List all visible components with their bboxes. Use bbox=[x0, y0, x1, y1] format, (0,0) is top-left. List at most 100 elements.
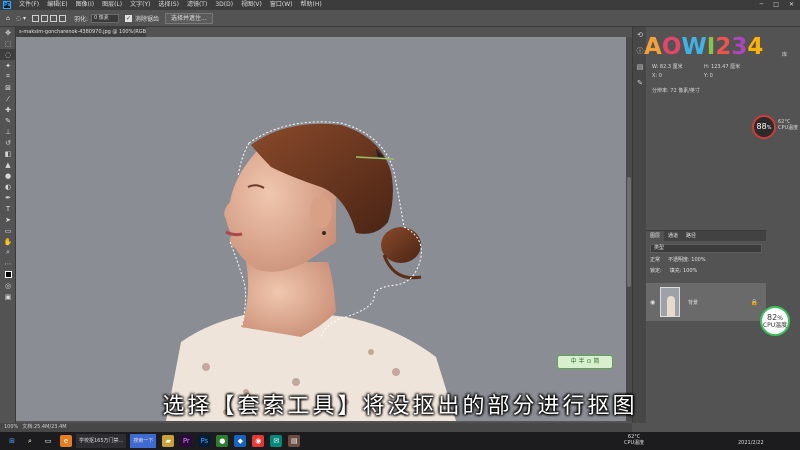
gradient-tool-icon[interactable]: ▲ bbox=[0, 159, 16, 170]
app-icon-3[interactable]: ✉ bbox=[270, 435, 283, 447]
layer-row-background[interactable]: ◉ 背景 🔒 bbox=[646, 283, 766, 321]
opacity-field[interactable]: 不透明度: 100% bbox=[668, 256, 706, 265]
canvas[interactable] bbox=[16, 37, 626, 421]
menu-3d[interactable]: 3D(D) bbox=[211, 0, 237, 10]
browser-icon[interactable]: e bbox=[60, 435, 72, 447]
lock-icon: 🔒 bbox=[750, 298, 758, 306]
healing-brush-icon[interactable]: ✚ bbox=[0, 104, 16, 115]
path-select-icon[interactable]: ➤ bbox=[0, 214, 16, 225]
eyedropper-icon[interactable]: ⁄ bbox=[0, 93, 16, 104]
pen-tool-icon[interactable]: ✒ bbox=[0, 192, 16, 203]
photoshop-task-icon[interactable]: Ps bbox=[198, 435, 211, 447]
prop-height[interactable]: H: 123.47 厘米 bbox=[704, 63, 740, 70]
layer-name[interactable]: 背景 bbox=[688, 299, 698, 306]
fill-field[interactable]: 填充: 100% bbox=[670, 267, 698, 276]
lock-row: 锁定: 填充: 100% bbox=[650, 267, 762, 276]
crop-tool-icon[interactable]: ⌗ bbox=[0, 71, 16, 82]
photoshop-logo-icon: Ps bbox=[3, 1, 11, 9]
select-and-mask-button[interactable]: 选择并遮住... bbox=[165, 12, 213, 24]
prop-width[interactable]: W: 82.3 厘米 bbox=[652, 63, 683, 70]
app-icon-2[interactable]: ◆ bbox=[234, 435, 247, 447]
menu-window[interactable]: 窗口(W) bbox=[266, 0, 297, 10]
task-article[interactable]: 学校抠165万门禁... bbox=[76, 434, 127, 448]
move-tool-icon[interactable]: ✥ bbox=[0, 27, 16, 38]
menu-file[interactable]: 文件(F) bbox=[15, 0, 43, 10]
menu-select[interactable]: 选择(S) bbox=[154, 0, 183, 10]
adjust-panel-icon[interactable]: ▤ bbox=[633, 59, 647, 75]
tray-date[interactable]: 2021/2/22 bbox=[738, 440, 764, 446]
ime-status-badge[interactable]: 中 半 ⊙ 简 bbox=[557, 355, 613, 369]
antialias-checkbox[interactable]: ✓ bbox=[125, 14, 132, 22]
layer-thumbnail bbox=[660, 287, 680, 317]
shape-tool-icon[interactable]: ▭ bbox=[0, 225, 16, 236]
more-tools-icon[interactable]: ⋯ bbox=[0, 258, 16, 269]
brush-panel-icon[interactable]: ✎ bbox=[633, 75, 647, 91]
prop-y[interactable]: Y: 0 bbox=[704, 73, 713, 79]
tab-layers[interactable]: 图层 bbox=[646, 231, 665, 241]
tab-channels[interactable]: 通道 bbox=[664, 231, 682, 241]
tray-temperature: 62°C CPU温度 bbox=[624, 434, 645, 446]
close-icon[interactable]: ✕ bbox=[789, 0, 794, 10]
status-bar: 100% 文档:25.4M/23.4M bbox=[0, 423, 632, 432]
color-swatches-icon[interactable] bbox=[0, 269, 16, 280]
home-icon[interactable]: ⌂ bbox=[6, 15, 10, 22]
menu-image[interactable]: 图像(I) bbox=[72, 0, 98, 10]
library-label[interactable]: 库 bbox=[782, 51, 787, 58]
windows-start-icon[interactable]: ⊞ bbox=[6, 435, 18, 447]
eraser-tool-icon[interactable]: ◧ bbox=[0, 148, 16, 159]
add-selection-icon[interactable] bbox=[40, 14, 48, 22]
options-bar: ⌂ ◌ ▾ 羽化: 0 像素 ✓ 消除锯齿 选择并遮住... bbox=[0, 10, 800, 27]
explorer-icon[interactable]: ▰ bbox=[162, 435, 175, 447]
prop-x[interactable]: X: 0 bbox=[652, 73, 662, 79]
app-icon-4[interactable]: ▤ bbox=[288, 435, 301, 447]
scrollbar-thumb[interactable] bbox=[627, 177, 631, 287]
brush-tool-icon[interactable]: ✎ bbox=[0, 115, 16, 126]
frame-tool-icon[interactable]: ⊠ bbox=[0, 82, 16, 93]
photo-woman-profile bbox=[16, 37, 626, 421]
document-tab[interactable]: s-maksim-goncharenok-4380970.jpg @ 100%(… bbox=[16, 27, 146, 37]
type-tool-icon[interactable]: T bbox=[0, 203, 16, 214]
menu-filter[interactable]: 滤镜(T) bbox=[183, 0, 211, 10]
menu-help[interactable]: 帮助(H) bbox=[297, 0, 326, 10]
mask-group: 选择并遮住... bbox=[165, 12, 213, 24]
task-view-icon[interactable]: ▭ bbox=[42, 435, 54, 447]
chrome-icon[interactable]: ◉ bbox=[252, 435, 265, 447]
hand-tool-icon[interactable]: ✋ bbox=[0, 236, 16, 247]
marquee-tool-icon[interactable]: ⬚ bbox=[0, 38, 16, 49]
dodge-tool-icon[interactable]: ◐ bbox=[0, 181, 16, 192]
menu-edit[interactable]: 编辑(E) bbox=[43, 0, 71, 10]
app-icon-1[interactable]: ● bbox=[216, 435, 229, 447]
tab-paths[interactable]: 路径 bbox=[682, 231, 700, 241]
feather-input[interactable]: 0 像素 bbox=[91, 13, 119, 23]
magic-wand-icon[interactable]: ✦ bbox=[0, 60, 16, 71]
menu-view[interactable]: 视图(V) bbox=[237, 0, 266, 10]
intersect-selection-icon[interactable] bbox=[58, 14, 66, 22]
blend-mode-select[interactable]: 正常 bbox=[650, 256, 660, 265]
lasso-tool-icon[interactable]: ◌ bbox=[0, 49, 16, 60]
panel-icon-strip: ⟲ ⓘ ▤ ✎ bbox=[632, 27, 646, 423]
maximize-icon[interactable]: □ bbox=[773, 0, 779, 10]
zoom-level[interactable]: 100% bbox=[4, 423, 18, 432]
zoom-tool-icon[interactable]: ⌕ bbox=[0, 247, 16, 258]
prop-resolution: 分辨率: 72 像素/英寸 bbox=[652, 88, 700, 94]
layer-filter-input[interactable]: 类型 bbox=[650, 244, 762, 253]
minimize-icon[interactable]: ─ bbox=[760, 0, 764, 10]
feather-group: 羽化: 0 像素 bbox=[74, 13, 119, 23]
premiere-icon[interactable]: Pr bbox=[180, 435, 193, 447]
quick-mask-icon[interactable]: ◎ bbox=[0, 280, 16, 291]
screen-mode-icon[interactable]: ▣ bbox=[0, 291, 16, 302]
subtract-selection-icon[interactable] bbox=[49, 14, 57, 22]
video-subtitle: 选择【套索工具】将没抠出的部分进行抠图 bbox=[162, 394, 638, 419]
search-icon[interactable]: ⌕ bbox=[24, 435, 36, 447]
menu-type[interactable]: 文字(Y) bbox=[126, 0, 154, 10]
cpu-temp-readout: 62°C CPU温度 bbox=[778, 119, 799, 131]
visibility-eye-icon[interactable]: ◉ bbox=[650, 299, 655, 306]
history-brush-icon[interactable]: ↺ bbox=[0, 137, 16, 148]
stamp-tool-icon[interactable]: ⊥ bbox=[0, 126, 16, 137]
new-selection-icon[interactable] bbox=[31, 14, 39, 22]
menu-layer[interactable]: 图层(L) bbox=[98, 0, 126, 10]
blur-tool-icon[interactable]: ● bbox=[0, 170, 16, 181]
task-search[interactable]: 搜索一下 bbox=[130, 434, 157, 448]
selection-mode-group bbox=[31, 14, 68, 22]
lasso-preset-icon[interactable]: ◌ ▾ bbox=[16, 15, 26, 22]
